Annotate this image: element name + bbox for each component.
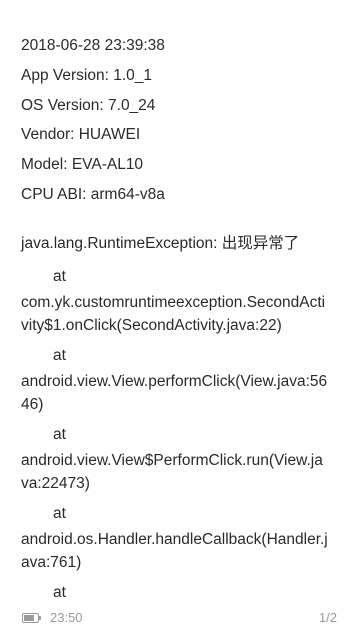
stack-frame-3b: va:22473) [21,475,90,492]
stack-at-5: at [53,584,66,601]
stack-at-4: at [53,505,66,522]
status-time: 23:50 [50,610,83,625]
battery-level [24,615,34,621]
app-version: App Version: 1.0_1 [21,67,152,84]
page-indicator: 1/2 [318,610,337,625]
stack-at-1: at [53,268,66,285]
exception-message: java.lang.RuntimeException: 出现异常了 [21,235,300,252]
os-version: OS Version: 7.0_24 [21,97,156,114]
stack-frame-4a: android.os.Handler.handleCallback(Handle… [21,531,328,548]
stack-frame-2b: 46) [21,396,44,413]
reader-status-bar: 23:50 1/2 [0,608,359,632]
stack-at-3: at [53,426,66,443]
report-timestamp: 2018-06-28 23:39:38 [21,37,165,54]
vendor: Vendor: HUAWEI [21,126,141,143]
battery-icon [22,613,41,623]
stack-at-2: at [53,347,66,364]
stack-frame-3a: android.view.View$PerformClick.run(View.… [21,452,323,469]
cpu-abi: CPU ABI: arm64-v8a [21,186,165,203]
stack-frame-1b: vity$1.onClick(SecondActivity.java:22) [21,317,282,334]
model: Model: EVA-AL10 [21,156,144,173]
stack-frame-4b: ava:761) [21,554,82,571]
stack-frame-1a: com.yk.customruntimeexception.SecondActi [21,294,326,311]
stack-frame-2a: android.view.View.performClick(View.java… [21,373,328,390]
